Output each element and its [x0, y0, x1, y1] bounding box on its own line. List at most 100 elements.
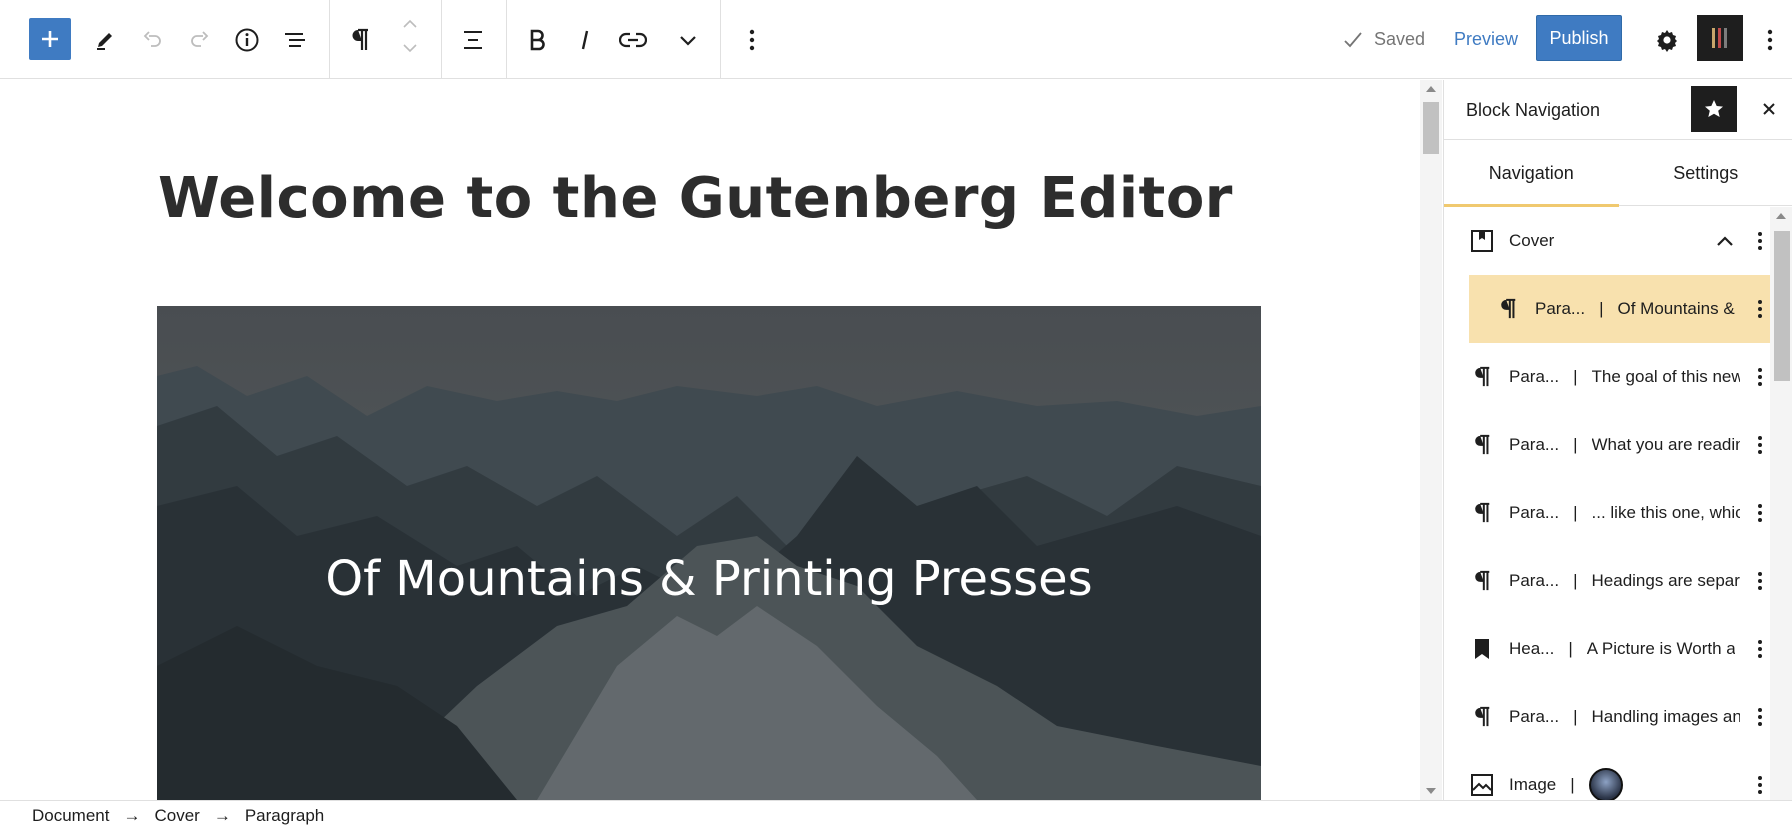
details-button[interactable]: [225, 0, 269, 79]
scroll-up-arrow[interactable]: [1426, 86, 1436, 92]
check-icon: [1344, 31, 1362, 47]
redo-button[interactable]: [178, 0, 222, 79]
list-item-separator: |: [1599, 299, 1604, 318]
list-item[interactable]: Para... | ... like this one, which: [1444, 479, 1770, 547]
more-vertical-icon[interactable]: [1750, 571, 1770, 591]
list-item[interactable]: Hea... | A Picture is Worth a: [1444, 615, 1770, 683]
more-vertical-icon[interactable]: [1750, 639, 1770, 659]
paragraph-icon: [1469, 569, 1495, 593]
list-item-image[interactable]: Image |: [1444, 751, 1770, 800]
paragraph-icon: [1469, 365, 1495, 389]
paragraph-icon: [1469, 705, 1495, 729]
toolbar-divider: [441, 0, 442, 79]
more-vertical-icon[interactable]: [1750, 231, 1770, 251]
list-item-snippet: Of Mountains &: [1617, 299, 1735, 318]
cover-paragraph[interactable]: Of Mountains & Printing Presses: [157, 306, 1261, 800]
list-item-label: Image: [1509, 775, 1557, 794]
link-icon: [619, 32, 647, 47]
list-item-label: Para...: [1509, 571, 1560, 590]
chevron-up-icon[interactable]: [1716, 235, 1734, 247]
scroll-down-arrow[interactable]: [1426, 788, 1436, 794]
block-navigation-button[interactable]: [273, 0, 317, 79]
options-menu-button[interactable]: [1752, 0, 1788, 79]
edit-mode-button[interactable]: [83, 0, 127, 79]
move-block-buttons[interactable]: [392, 0, 428, 79]
more-formatting-button[interactable]: [666, 0, 710, 79]
tab-settings[interactable]: Settings: [1619, 141, 1792, 206]
list-item-label: Para...: [1509, 503, 1560, 522]
close-sidebar-button[interactable]: [1749, 86, 1789, 132]
plugin-sidebar-button[interactable]: [1697, 15, 1743, 61]
bold-icon: [530, 29, 545, 50]
list-item-label: Para...: [1509, 435, 1560, 454]
list-item-snippet: The goal of this new: [1591, 367, 1740, 386]
italic-button[interactable]: [563, 0, 607, 79]
tab-navigation[interactable]: Navigation: [1444, 141, 1619, 207]
save-status: Saved: [1342, 0, 1425, 79]
close-icon: [1763, 103, 1775, 115]
publish-button[interactable]: Publish: [1536, 15, 1622, 61]
list-item-label: Cover: [1509, 231, 1555, 250]
list-item[interactable]: Para... | The goal of this new: [1444, 343, 1770, 411]
more-vertical-icon[interactable]: [1750, 707, 1770, 727]
breadcrumb-separator: →: [213, 806, 231, 825]
list-item-selected[interactable]: Para... | Of Mountains &: [1469, 275, 1770, 343]
sidebar-scrollbar[interactable]: [1770, 207, 1792, 800]
more-vertical-icon[interactable]: [1750, 503, 1770, 523]
settings-button[interactable]: [1645, 0, 1689, 79]
list-view-icon: [285, 32, 305, 47]
list-item-snippet: What you are reading: [1591, 435, 1740, 454]
list-item-snippet: Headings are separate: [1591, 571, 1740, 590]
link-button[interactable]: [611, 0, 655, 79]
bold-button[interactable]: [515, 0, 559, 79]
block-type-button[interactable]: [338, 0, 382, 79]
top-toolbar: Saved Preview Publish: [0, 0, 1792, 79]
more-vertical-icon[interactable]: [1750, 775, 1770, 795]
more-vertical-icon[interactable]: [1750, 367, 1770, 387]
list-item-cover[interactable]: Cover: [1444, 207, 1770, 275]
scrollbar-thumb[interactable]: [1423, 102, 1439, 154]
more-vertical-icon: [749, 29, 755, 50]
list-item-label: Hea...: [1509, 639, 1555, 658]
add-block-button[interactable]: [29, 18, 71, 60]
breadcrumb-cover[interactable]: Cover: [154, 806, 199, 826]
list-item[interactable]: Para... | Headings are separate: [1444, 547, 1770, 615]
scroll-up-arrow[interactable]: [1776, 213, 1786, 219]
list-item[interactable]: Para... | Handling images and: [1444, 683, 1770, 751]
undo-button[interactable]: [130, 0, 174, 79]
toolbar-divider: [506, 0, 507, 79]
list-item-separator: |: [1568, 639, 1573, 658]
star-icon: [1705, 100, 1723, 117]
list-item-snippet: A Picture is Worth a: [1586, 639, 1735, 658]
paragraph-icon: [1469, 433, 1495, 457]
editor-scrollbar[interactable]: [1420, 80, 1442, 800]
list-item-label: Para...: [1509, 367, 1560, 386]
more-vertical-icon[interactable]: [1750, 435, 1770, 455]
breadcrumb-paragraph[interactable]: Paragraph: [245, 806, 324, 826]
plugin-icon: [1712, 28, 1727, 48]
list-item[interactable]: Para... | What you are reading: [1444, 411, 1770, 479]
align-button[interactable]: [451, 0, 495, 79]
pin-sidebar-button[interactable]: [1691, 86, 1737, 132]
pencil-icon: [97, 32, 112, 50]
preview-button[interactable]: Preview: [1454, 0, 1518, 79]
breadcrumb-separator: →: [123, 806, 141, 825]
chevron-down-icon: [680, 35, 696, 46]
gear-icon: [1657, 29, 1677, 52]
breadcrumb-document[interactable]: Document: [32, 806, 109, 826]
paragraph-icon: [1495, 297, 1521, 321]
image-thumbnail: [1588, 768, 1623, 800]
cover-block[interactable]: Of Mountains & Printing Presses: [157, 306, 1261, 800]
post-title[interactable]: Welcome to the Gutenberg Editor: [158, 166, 1233, 231]
toolbar-divider: [720, 0, 721, 79]
redo-icon: [191, 30, 209, 47]
paragraph-icon: [1469, 501, 1495, 525]
editor-canvas: Welcome to the Gutenberg Editor Of Mount…: [0, 80, 1420, 800]
more-vertical-icon[interactable]: [1750, 299, 1770, 319]
scrollbar-thumb[interactable]: [1774, 231, 1790, 381]
italic-icon: [581, 30, 589, 49]
list-item-separator: |: [1573, 503, 1578, 522]
bookmark-icon: [1469, 638, 1495, 660]
block-options-button[interactable]: [730, 0, 774, 79]
paragraph-icon: [352, 28, 368, 50]
